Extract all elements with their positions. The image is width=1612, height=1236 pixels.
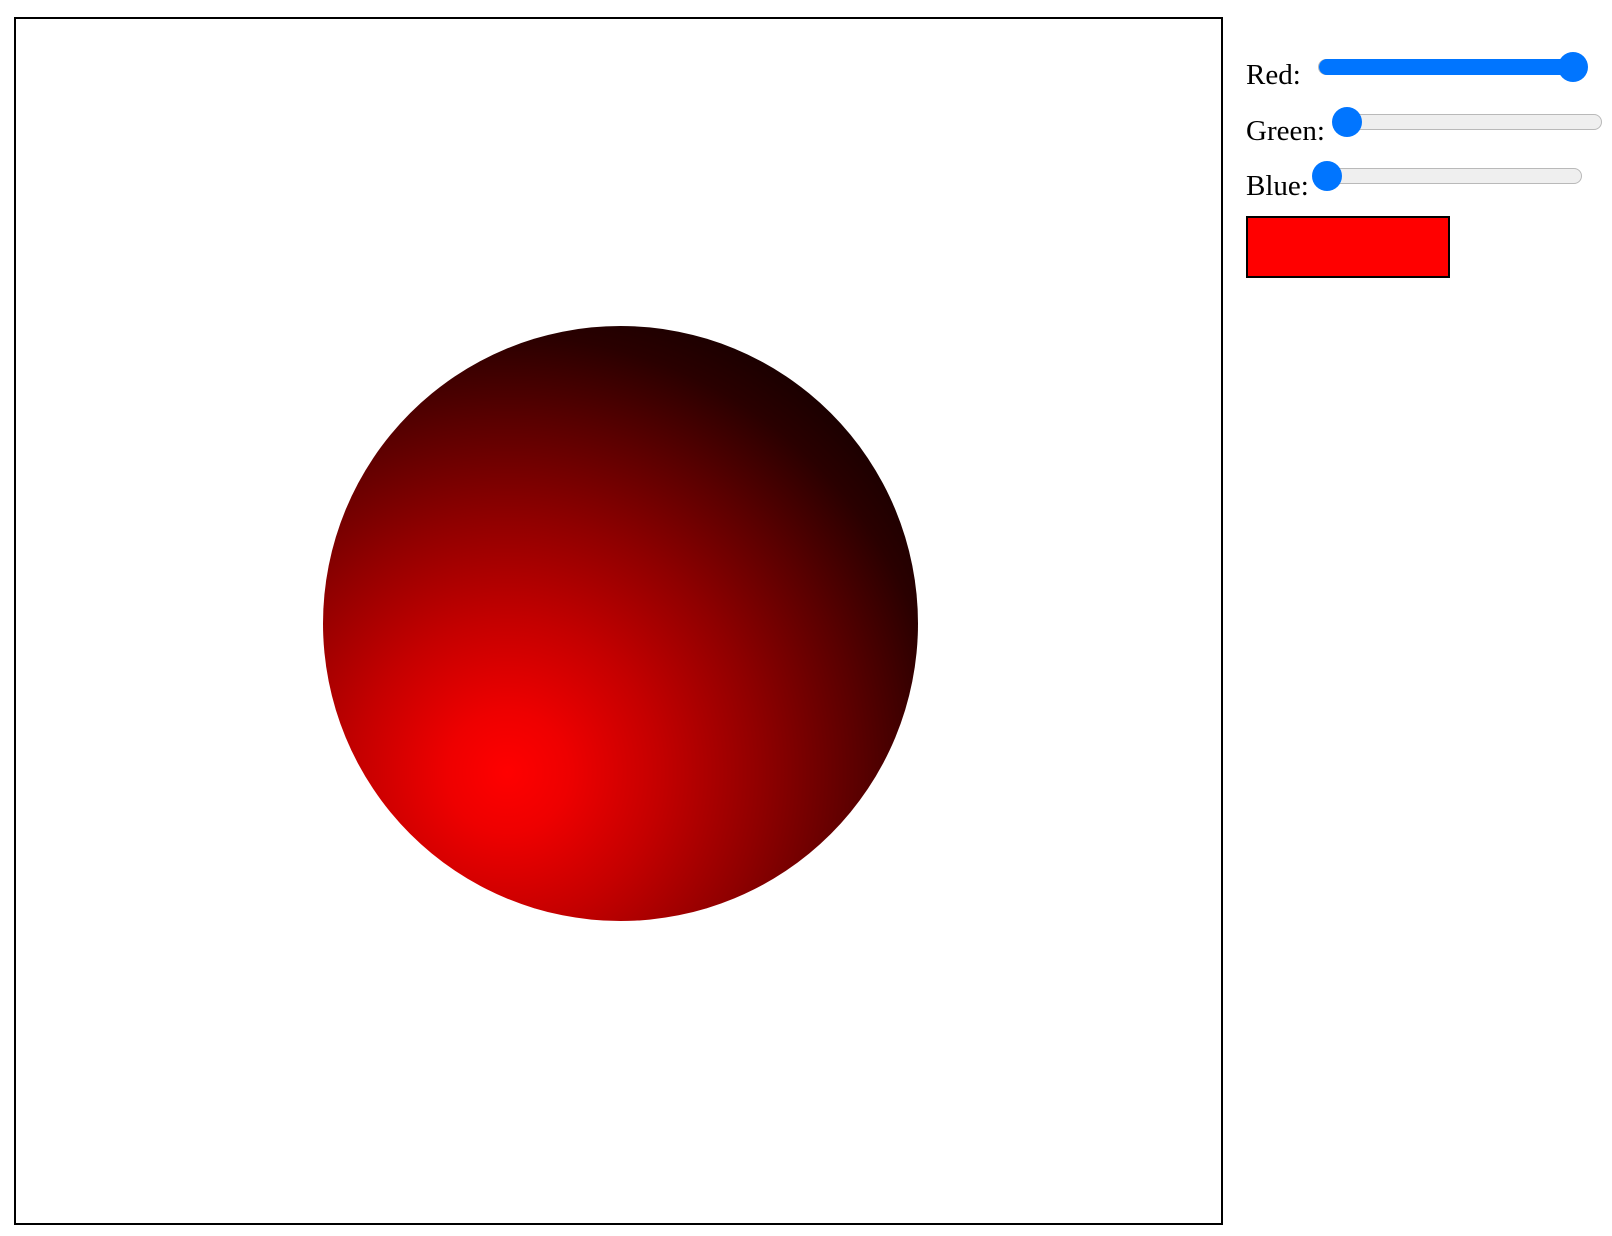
shaded-sphere <box>323 326 918 921</box>
red-slider-fill <box>1319 59 1573 75</box>
green-slider[interactable] <box>1332 107 1602 137</box>
blue-label: Blue: <box>1246 170 1309 202</box>
color-preview-swatch <box>1246 216 1450 278</box>
blue-slider[interactable] <box>1312 161 1582 191</box>
red-slider-thumb[interactable] <box>1558 52 1588 82</box>
red-slider[interactable] <box>1318 52 1588 82</box>
red-label: Red: <box>1246 59 1301 91</box>
green-slider-thumb[interactable] <box>1332 107 1362 137</box>
blue-slider-thumb[interactable] <box>1312 161 1342 191</box>
green-label: Green: <box>1246 115 1325 147</box>
render-canvas[interactable] <box>14 17 1223 1225</box>
